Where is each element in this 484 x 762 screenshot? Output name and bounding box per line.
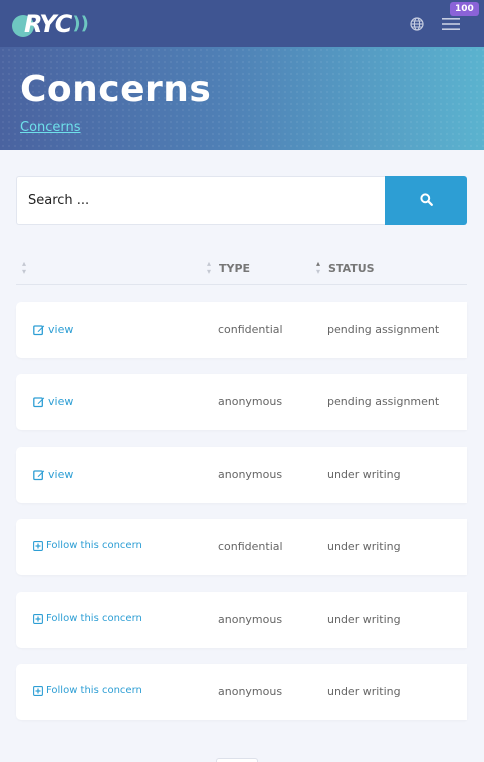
sort-ascending-icon[interactable]: ▴ ▾ — [316, 260, 320, 276]
action-label: Follow this concern — [46, 613, 142, 624]
column-header-action[interactable]: ▴ ▾ — [22, 260, 34, 276]
type-cell: confidential — [218, 323, 283, 336]
search-icon — [419, 192, 433, 209]
logo-signal-icon: )) — [72, 13, 89, 34]
column-header-type[interactable]: ▴ ▾ TYPE — [207, 260, 250, 276]
status-cell: under writing — [327, 468, 401, 481]
breadcrumb-concerns[interactable]: Concerns — [20, 120, 81, 135]
follow-concern-link[interactable]: Follow this concern — [33, 540, 142, 551]
column-label: STATUS — [328, 261, 375, 275]
plus-square-icon — [33, 685, 43, 696]
status-cell: pending assignment — [327, 323, 440, 336]
sort-icon[interactable]: ▴ ▾ — [207, 260, 211, 276]
table-row: view anonymous pending assignment — [16, 374, 467, 430]
top-navbar: RYC )) 100 — [0, 0, 484, 47]
menu-toggle[interactable]: 100 — [442, 1, 479, 31]
page-title: Concerns — [20, 69, 212, 110]
logo-text: RYC — [24, 9, 72, 38]
status-cell: under writing — [327, 540, 401, 553]
view-link[interactable]: view — [33, 395, 73, 408]
pagination[interactable] — [216, 758, 258, 762]
column-header-status[interactable]: ▴ ▾ STATUS — [316, 260, 375, 276]
search-button[interactable] — [385, 176, 467, 225]
page-header: Concerns Concerns — [0, 47, 484, 150]
status-cell: under writing — [327, 613, 401, 626]
hamburger-menu-icon[interactable] — [442, 17, 460, 31]
action-label: Follow this concern — [46, 685, 142, 696]
type-cell: confidential — [218, 540, 283, 553]
search-input[interactable] — [16, 176, 385, 225]
action-label: view — [48, 468, 74, 481]
edit-icon — [33, 469, 45, 481]
action-label: Follow this concern — [46, 540, 142, 551]
table-row: Follow this concern anonymous under writ… — [16, 664, 467, 720]
edit-icon — [33, 324, 45, 336]
view-link[interactable]: view — [33, 323, 73, 336]
search-bar — [16, 176, 467, 225]
globe-icon[interactable] — [410, 16, 424, 31]
table-row: Follow this concern confidential under w… — [16, 519, 467, 575]
follow-concern-link[interactable]: Follow this concern — [33, 685, 142, 696]
action-label: view — [48, 395, 74, 408]
view-link[interactable]: view — [33, 468, 73, 481]
plus-square-icon — [33, 613, 43, 624]
status-cell: under writing — [327, 685, 401, 698]
type-cell: anonymous — [218, 468, 283, 481]
sort-icon[interactable]: ▴ ▾ — [22, 260, 26, 276]
table-row: view anonymous under writing — [16, 447, 467, 503]
status-cell: pending assignment — [327, 395, 440, 408]
type-cell: anonymous — [218, 613, 283, 626]
type-cell: anonymous — [218, 685, 283, 698]
table-header: ▴ ▾ ▴ ▾ TYPE ▴ ▾ STATUS — [16, 252, 467, 285]
column-label: TYPE — [219, 261, 251, 275]
table-row: view confidential pending assignment — [16, 302, 467, 358]
follow-concern-link[interactable]: Follow this concern — [33, 613, 142, 624]
app-logo[interactable]: RYC )) — [12, 0, 89, 47]
edit-icon — [33, 396, 45, 408]
action-label: view — [48, 323, 74, 336]
plus-square-icon — [33, 540, 43, 551]
notification-badge[interactable]: 100 — [450, 1, 479, 16]
type-cell: anonymous — [218, 395, 283, 408]
table-row: Follow this concern anonymous under writ… — [16, 592, 467, 648]
